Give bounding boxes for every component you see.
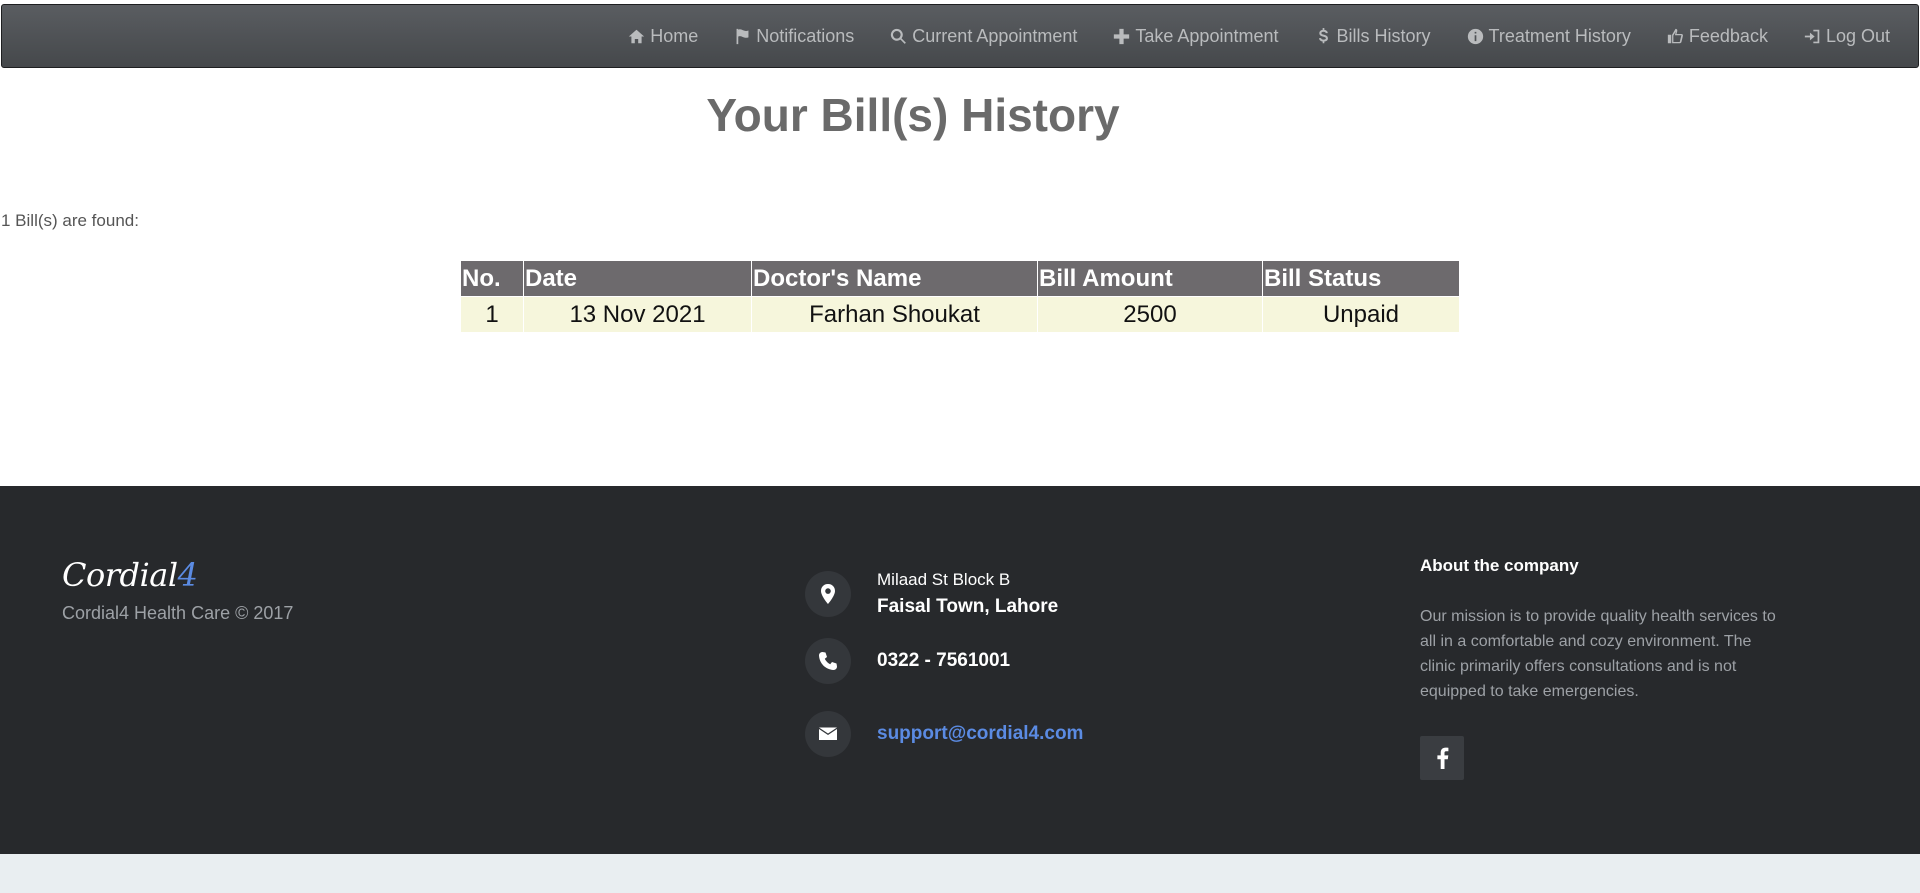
nav-bills-history-label: Bills History: [1336, 25, 1431, 46]
page-title: Your Bill(s) History: [706, 89, 1120, 141]
envelope-icon: [805, 711, 851, 757]
nav-treatment-history[interactable]: Treatment History: [1449, 5, 1649, 67]
nav-feedback[interactable]: Feedback: [1649, 5, 1786, 67]
copyright-text: Cordial4 Health Care © 2017: [62, 603, 294, 623]
about-title: About the company: [1420, 556, 1579, 575]
contact-email: support@cordial4.com: [805, 711, 1083, 757]
table-row: 1 13 Nov 2021 Farhan Shoukat 2500 Unpaid: [460, 296, 1460, 333]
address-line-2: Faisal Town, Lahore: [877, 596, 1059, 617]
dollar-icon: [1318, 27, 1328, 43]
search-icon: [891, 28, 907, 44]
about-text: Our mission is to provide quality health…: [1420, 608, 1776, 700]
address-line-1: Milaad St Block B: [877, 570, 1011, 589]
contact-address: Milaad St Block B Faisal Town, Lahore: [805, 570, 1058, 618]
header-bill-amount: Bill Amount: [1037, 260, 1263, 297]
cell-bill-amount: 2500: [1037, 296, 1263, 333]
nav-current-appointment[interactable]: Current Appointment: [872, 5, 1095, 67]
contact-phone: 0322 - 7561001: [805, 638, 1010, 684]
page-bottom-strip: [0, 854, 1920, 893]
home-icon: [629, 29, 645, 43]
nav-notifications[interactable]: Notifications: [716, 5, 872, 67]
top-navbar: Home Notifications Current Appointment T…: [1, 4, 1919, 68]
log-out-icon: [1804, 29, 1820, 43]
header-doctor-name: Doctor's Name: [751, 260, 1038, 297]
phone-number: 0322 - 7561001: [877, 650, 1011, 671]
bills-found-count: 1 Bill(s) are found:: [1, 211, 139, 230]
header-no: No.: [460, 260, 524, 297]
cell-doctor-name: Farhan Shoukat: [751, 296, 1038, 333]
footer: Cordial4 Cordial4 Health Care © 2017 Mil…: [0, 486, 1920, 854]
nav-log-out[interactable]: Log Out: [1786, 5, 1908, 67]
bills-table: No. Date Doctor's Name Bill Amount Bill …: [460, 260, 1460, 333]
nav-current-appointment-label: Current Appointment: [912, 25, 1078, 46]
nav-take-appointment-label: Take Appointment: [1135, 25, 1279, 46]
nav-log-out-label: Log Out: [1825, 25, 1890, 46]
header-bill-status: Bill Status: [1262, 260, 1460, 297]
header-date: Date: [523, 260, 752, 297]
info-icon: [1467, 28, 1483, 44]
cell-no: 1: [460, 296, 524, 333]
plus-icon: [1114, 28, 1130, 44]
cell-bill-status: Unpaid: [1262, 296, 1460, 333]
nav-take-appointment[interactable]: Take Appointment: [1095, 5, 1296, 67]
nav-treatment-history-label: Treatment History: [1488, 25, 1631, 46]
table-header-row: No. Date Doctor's Name Bill Amount Bill …: [460, 260, 1460, 297]
nav-bills-history[interactable]: Bills History: [1297, 5, 1449, 67]
nav-home[interactable]: Home: [610, 5, 716, 67]
thumbs-up-icon: [1667, 28, 1683, 43]
email-link[interactable]: support@cordial4.com: [877, 723, 1083, 744]
phone-icon: [805, 638, 851, 684]
logo-text: Cordial: [62, 556, 178, 594]
flag-icon: [736, 28, 749, 44]
map-pin-icon: [805, 571, 851, 617]
cell-date: 13 Nov 2021: [523, 296, 752, 333]
nav-feedback-label: Feedback: [1688, 25, 1768, 46]
footer-logo: Cordial4: [62, 556, 198, 594]
nav-notifications-label: Notifications: [756, 25, 855, 46]
logo-accent: 4: [177, 556, 198, 594]
nav-home-label: Home: [650, 25, 699, 46]
facebook-button[interactable]: [1420, 736, 1464, 780]
facebook-icon: [1437, 747, 1449, 769]
